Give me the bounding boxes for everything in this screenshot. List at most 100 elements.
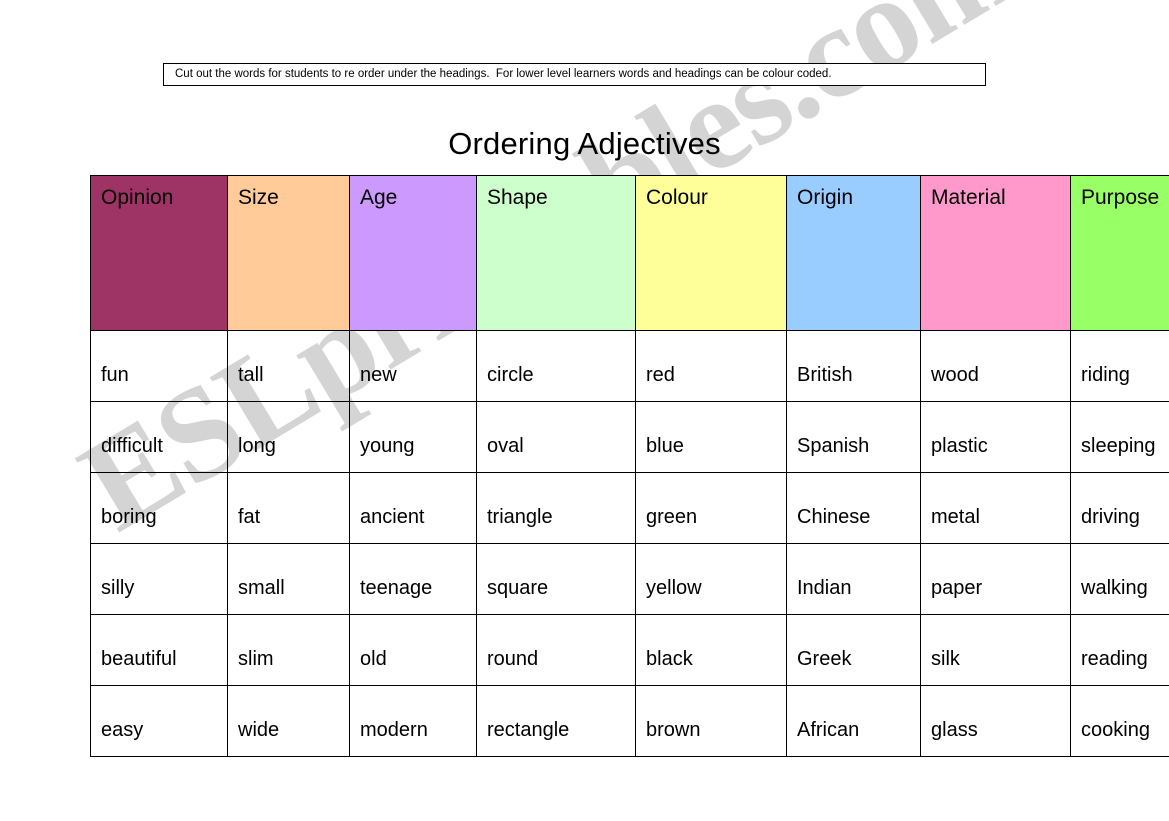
header-cell-material: Material [920,175,1071,331]
header-cell-purpose: Purpose [1070,175,1169,331]
word-cell: new [349,330,477,402]
word-cell: slim [227,614,350,686]
word-label: paper [931,577,983,599]
header-label-colour: Colour [646,186,708,209]
word-cell: easy [90,685,228,757]
word-label: beautiful [101,648,177,670]
table-row: fun tall new circle red British wood riding [90,330,1169,402]
header-label-opinion: Opinion [101,186,174,209]
word-label: walking [1081,577,1148,599]
header-label-purpose: Purpose [1081,186,1160,209]
word-label: wood [931,364,979,386]
word-label: slim [238,648,274,670]
table-row: difficult long young oval blue Spanish plastic… [90,401,1169,473]
word-label: Indian [797,577,852,599]
word-label: blue [646,435,684,457]
word-label: difficult [101,435,163,457]
word-cell: yellow [635,543,787,615]
word-label: yellow [646,577,702,599]
word-label: cooking [1081,719,1150,741]
word-cell: driving [1070,472,1169,544]
header-label-origin: Origin [797,186,854,209]
word-cell: reading [1070,614,1169,686]
word-cell: Spanish [786,401,921,473]
word-label: sleeping [1081,435,1156,457]
word-cell: difficult [90,401,228,473]
word-cell: modern [349,685,477,757]
word-cell: oval [476,401,636,473]
word-cell: tall [227,330,350,402]
word-label: reading [1081,648,1148,670]
word-cell: red [635,330,787,402]
word-cell: long [227,401,350,473]
word-label: green [646,506,698,528]
table-row: easy wide modern rectangle brown African glass… [90,685,1169,757]
word-label: teenage [360,577,433,599]
header-cell-size: Size [227,175,350,331]
header-label-age: Age [360,186,398,209]
word-label: black [646,648,693,670]
word-label: silly [101,577,135,599]
table-body: fun tall new circle red British wood riding diff… [90,330,1169,757]
word-label: young [360,435,415,457]
word-cell: Chinese [786,472,921,544]
word-label: silk [931,648,960,670]
header-cell-shape: Shape [476,175,636,331]
word-label: oval [487,435,524,457]
word-label: fun [101,364,129,386]
word-cell: silk [920,614,1071,686]
word-cell: Greek [786,614,921,686]
word-label: red [646,364,675,386]
word-label: round [487,648,539,670]
word-cell: beautiful [90,614,228,686]
word-cell: circle [476,330,636,402]
word-cell: glass [920,685,1071,757]
table-row: boring fat ancient triangle green Chinese meta… [90,472,1169,544]
word-label: easy [101,719,144,741]
word-label: small [238,577,285,599]
word-cell: plastic [920,401,1071,473]
word-cell: wide [227,685,350,757]
word-cell: fun [90,330,228,402]
word-cell: Indian [786,543,921,615]
word-cell: black [635,614,787,686]
header-label-material: Material [931,186,1006,209]
word-label: rectangle [487,719,570,741]
instruction-box: Cut out the words for students to re ord… [163,63,986,86]
word-label: ancient [360,506,425,528]
header-cell-age: Age [349,175,477,331]
word-label: riding [1081,364,1130,386]
table-row: silly small teenage square yellow Indian paper… [90,543,1169,615]
word-cell: teenage [349,543,477,615]
instruction-text: Cut out the words for students to re ord… [175,68,832,80]
word-cell: wood [920,330,1071,402]
word-label: modern [360,719,428,741]
word-cell: riding [1070,330,1169,402]
word-cell: ancient [349,472,477,544]
word-cell: triangle [476,472,636,544]
header-cell-origin: Origin [786,175,921,331]
word-label: new [360,364,397,386]
table-header-row: Opinion Size Age Shape Colour Origin Mat… [90,175,1169,331]
word-label: metal [931,506,980,528]
word-cell: rectangle [476,685,636,757]
word-label: brown [646,719,701,741]
word-cell: small [227,543,350,615]
page-title: Ordering Adjectives [448,126,721,161]
word-cell: old [349,614,477,686]
word-label: triangle [487,506,553,528]
word-label: British [797,364,853,386]
table-header-row-group: Opinion Size Age Shape Colour Origin Mat… [90,175,1169,331]
word-cell: square [476,543,636,615]
word-label: African [797,719,860,741]
word-label: square [487,577,549,599]
word-label: Chinese [797,506,871,528]
word-cell: green [635,472,787,544]
word-cell: blue [635,401,787,473]
word-cell: young [349,401,477,473]
word-cell: sleeping [1070,401,1169,473]
word-label: Greek [797,648,852,670]
header-cell-opinion: Opinion [90,175,228,331]
word-cell: brown [635,685,787,757]
word-label: long [238,435,276,457]
